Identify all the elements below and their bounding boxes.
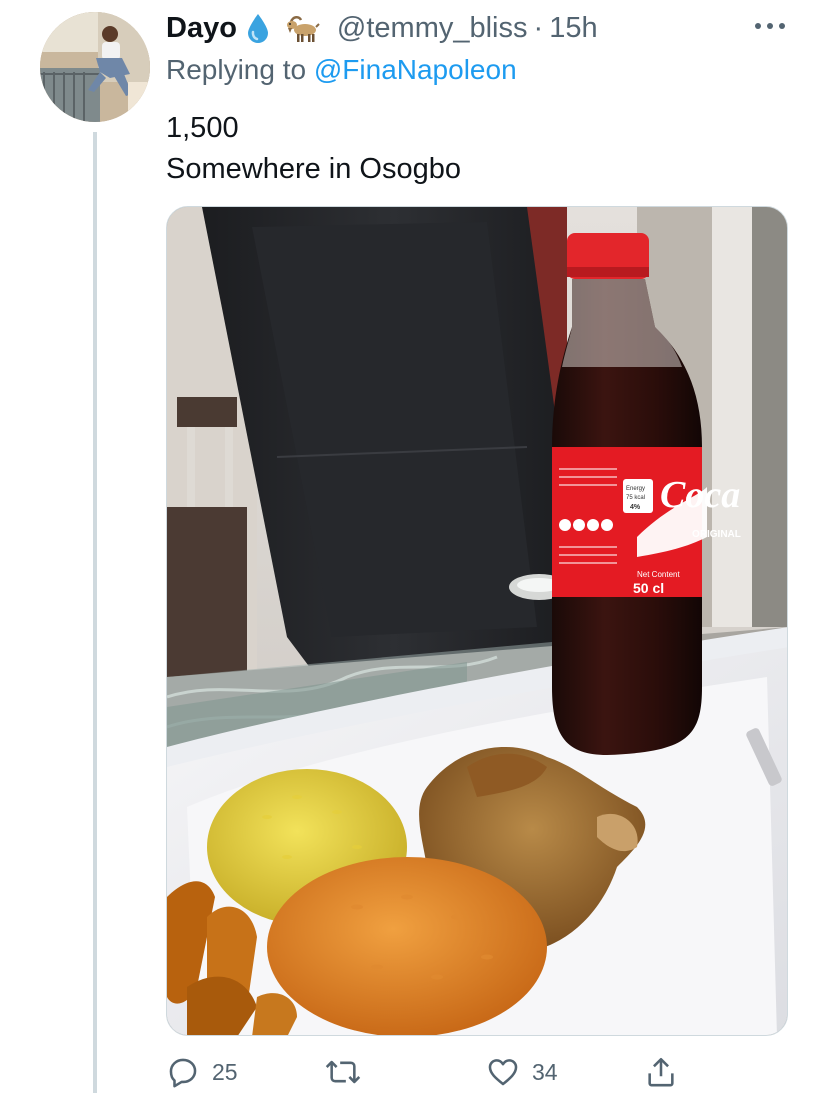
- food-photo-illustration: Coca ORIGINAL Net Content 50 cl Energy 7…: [167, 207, 787, 1035]
- kcal-label: 75 kcal: [626, 495, 645, 501]
- tweet-timestamp[interactable]: 15h: [549, 12, 597, 45]
- author-display-name[interactable]: Dayo: [166, 12, 237, 45]
- jollof-rice-drawing: [267, 857, 547, 1035]
- retweet-button[interactable]: [324, 1052, 374, 1092]
- share-button[interactable]: [644, 1052, 678, 1092]
- coke-sub-label: ORIGINAL: [692, 529, 741, 540]
- more-options-button[interactable]: [752, 14, 788, 38]
- replying-to-label: Replying to: [166, 54, 307, 85]
- like-count: 34: [532, 1058, 558, 1085]
- avatar-photo: [40, 12, 150, 122]
- percent-label: 4%: [630, 504, 641, 511]
- net-content-label: Net Content: [637, 570, 680, 579]
- separator-dot: ·: [533, 11, 544, 44]
- share-icon: [648, 1057, 674, 1087]
- tweet-text-line: Somewhere in Osogbo: [166, 153, 461, 185]
- replying-to-line: Replying to @FinaNapoleon: [166, 54, 517, 86]
- author-handle[interactable]: @temmy_bliss: [337, 12, 528, 45]
- avatar[interactable]: [40, 12, 150, 122]
- thread-connector-line: [93, 132, 97, 1093]
- volume-label: 50 cl: [633, 580, 664, 596]
- tweet-action-bar: 25 34: [166, 1052, 696, 1092]
- energy-label: Energy: [626, 486, 645, 492]
- goat-emoji-icon: [283, 12, 321, 44]
- reply-mention-link[interactable]: @FinaNapoleon: [314, 54, 517, 85]
- droplet-emoji-icon: [245, 12, 275, 44]
- reply-count: 25: [212, 1058, 238, 1085]
- reply-button[interactable]: 25: [166, 1052, 238, 1092]
- tweet-text-line: 1,500: [166, 112, 239, 144]
- tweet-header: Dayo @temmy_bliss · 15h: [166, 8, 598, 48]
- reply-bubble-icon: [169, 1058, 197, 1088]
- heart-icon: [488, 1059, 518, 1086]
- retweet-icon: [325, 1060, 361, 1084]
- like-button[interactable]: 34: [486, 1052, 558, 1092]
- coke-brand-text: Coca: [660, 474, 740, 516]
- more-dots-icon: [755, 23, 785, 29]
- tweet-photo[interactable]: Coca ORIGINAL Net Content 50 cl Energy 7…: [166, 206, 788, 1036]
- tweet-body: 1,500 Somewhere in Osogbo: [166, 108, 461, 190]
